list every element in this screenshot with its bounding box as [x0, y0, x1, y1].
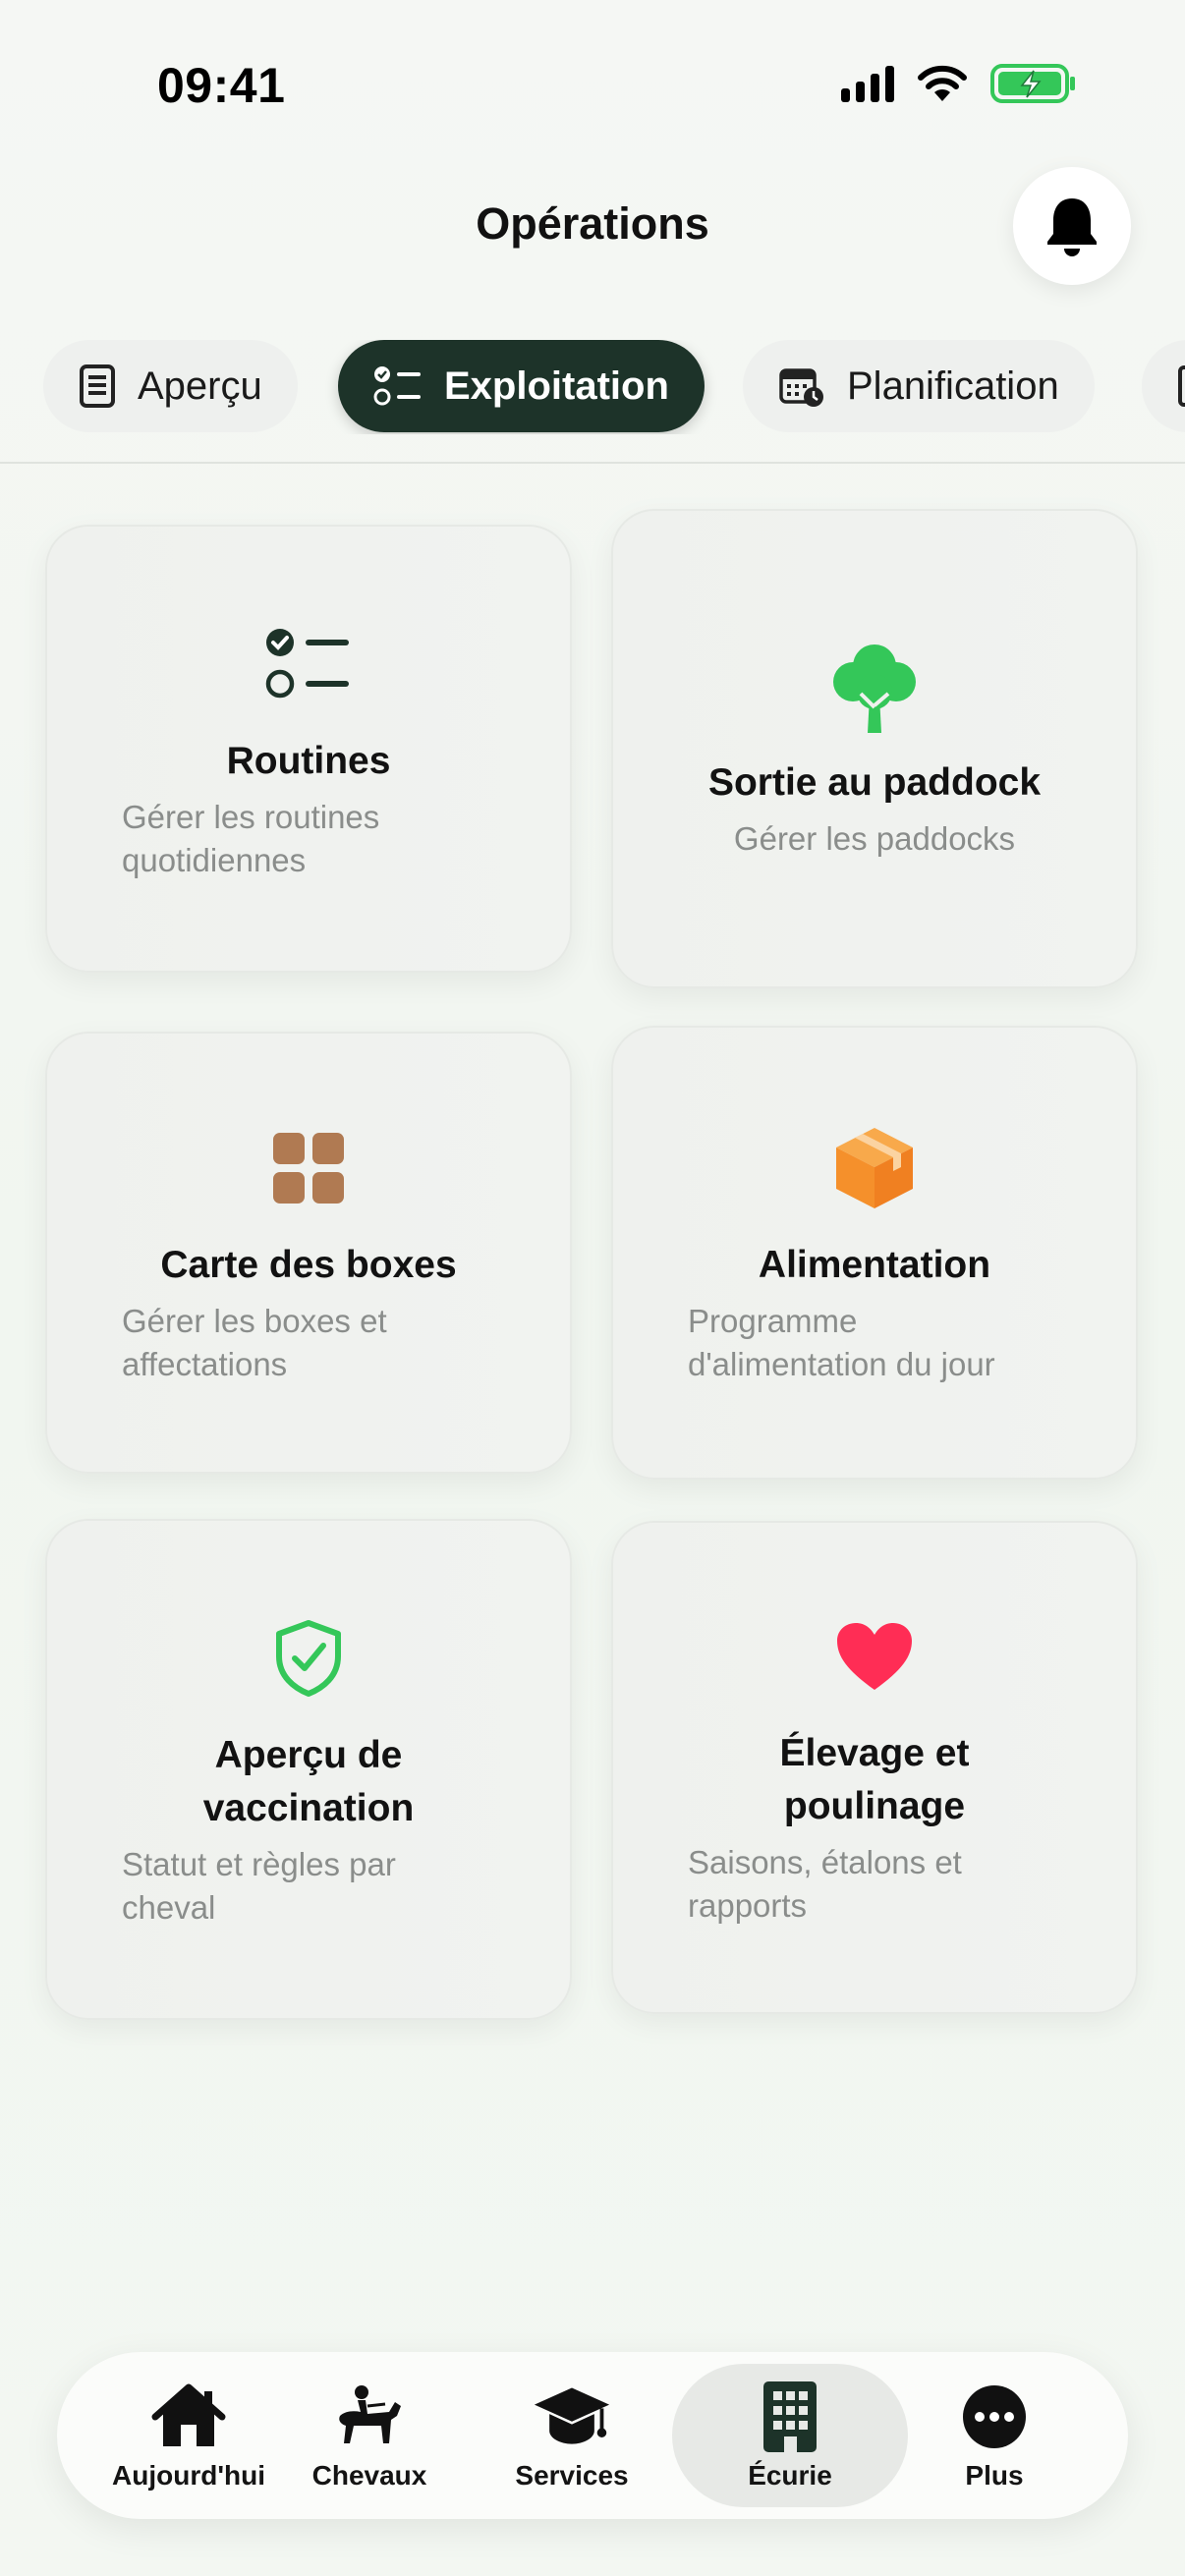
horse-rider-icon — [330, 2380, 409, 2454]
calendar-clock-icon — [779, 368, 823, 407]
document-icon — [80, 364, 115, 408]
box-icon — [825, 1119, 924, 1217]
card-description: Gérer les boxes et affectations — [122, 1303, 387, 1382]
nav-item-chevaux[interactable]: Chevaux — [271, 2364, 468, 2507]
card-box-map[interactable]: Carte des boxes Gérer les boxes et affec… — [45, 1032, 572, 1474]
nav-label: Chevaux — [311, 2460, 427, 2491]
notifications-button[interactable] — [1013, 167, 1131, 285]
status-icons — [841, 63, 1077, 104]
tab-planification[interactable]: Planification — [743, 340, 1095, 432]
card-paddock[interactable]: Sortie au paddock Gérer les paddocks — [611, 509, 1138, 988]
more-icon — [955, 2380, 1034, 2454]
nav-item-plus[interactable]: Plus — [896, 2364, 1093, 2507]
document-icon — [1178, 365, 1185, 407]
card-title: Sortie au paddock — [707, 761, 1042, 804]
checklist-icon — [259, 615, 358, 713]
page-title: Opérations — [476, 198, 709, 249]
screen: 09:41 Opérations Aperçu Exploitation Pla… — [0, 0, 1185, 2576]
card-description: Programme d'alimentation du jour — [688, 1303, 995, 1382]
segment-tabs: Aperçu Exploitation Planification — [43, 340, 1185, 434]
status-time: 09:41 — [157, 58, 286, 113]
card-description: Statut et règles par cheval — [122, 1846, 396, 1926]
card-title: Élevage et poulinage — [779, 1732, 970, 1827]
card-elevage[interactable]: Élevage et poulinage Saisons, étalons et… — [611, 1521, 1138, 2014]
bottom-tab-bar: Aujourd'hui Chevaux Services Écurie Plus — [57, 2352, 1128, 2519]
tab-apercu[interactable]: Aperçu — [43, 340, 298, 432]
bell-icon — [1047, 198, 1097, 256]
card-title: Routines — [226, 740, 391, 782]
house-icon — [149, 2380, 228, 2454]
nav-item-ecurie[interactable]: Écurie — [672, 2364, 908, 2507]
battery-charging-icon — [990, 64, 1075, 103]
nav-label: Plus — [965, 2460, 1024, 2491]
card-title: Alimentation — [758, 1244, 991, 1286]
wifi-icon — [918, 65, 967, 101]
card-description: Saisons, étalons et rapports — [688, 1844, 962, 1924]
card-title: Carte des boxes — [160, 1244, 457, 1286]
tab-next-partial[interactable] — [1142, 340, 1185, 432]
status-bar: 09:41 — [0, 0, 1185, 157]
tab-label: Aperçu — [138, 364, 262, 408]
checklist-icon — [373, 366, 421, 406]
card-vaccination[interactable]: Aperçu de vaccination Statut et règles p… — [45, 1519, 572, 2020]
card-description: Gérer les paddocks — [733, 820, 1016, 857]
tabs-divider — [0, 462, 1185, 464]
tree-icon — [825, 637, 924, 735]
tab-exploitation[interactable]: Exploitation — [338, 340, 705, 432]
card-alimentation[interactable]: Alimentation Programme d'alimentation du… — [611, 1026, 1138, 1480]
nav-label: Services — [515, 2460, 629, 2491]
building-icon — [751, 2380, 829, 2454]
shield-check-icon — [259, 1609, 358, 1708]
nav-item-services[interactable]: Services — [474, 2364, 670, 2507]
card-title: Aperçu de vaccination — [202, 1734, 415, 1829]
graduation-cap-icon — [533, 2380, 611, 2454]
grid-icon — [259, 1119, 358, 1217]
nav-label: Aujourd'hui — [112, 2460, 265, 2491]
card-routines[interactable]: Routines Gérer les routines quotidiennes — [45, 525, 572, 973]
tab-label: Planification — [847, 364, 1059, 408]
nav-label: Écurie — [748, 2460, 832, 2491]
card-description: Gérer les routines quotidiennes — [122, 799, 380, 878]
cellular-signal-icon — [841, 65, 894, 102]
tab-label: Exploitation — [444, 364, 669, 408]
heart-icon — [825, 1607, 924, 1706]
